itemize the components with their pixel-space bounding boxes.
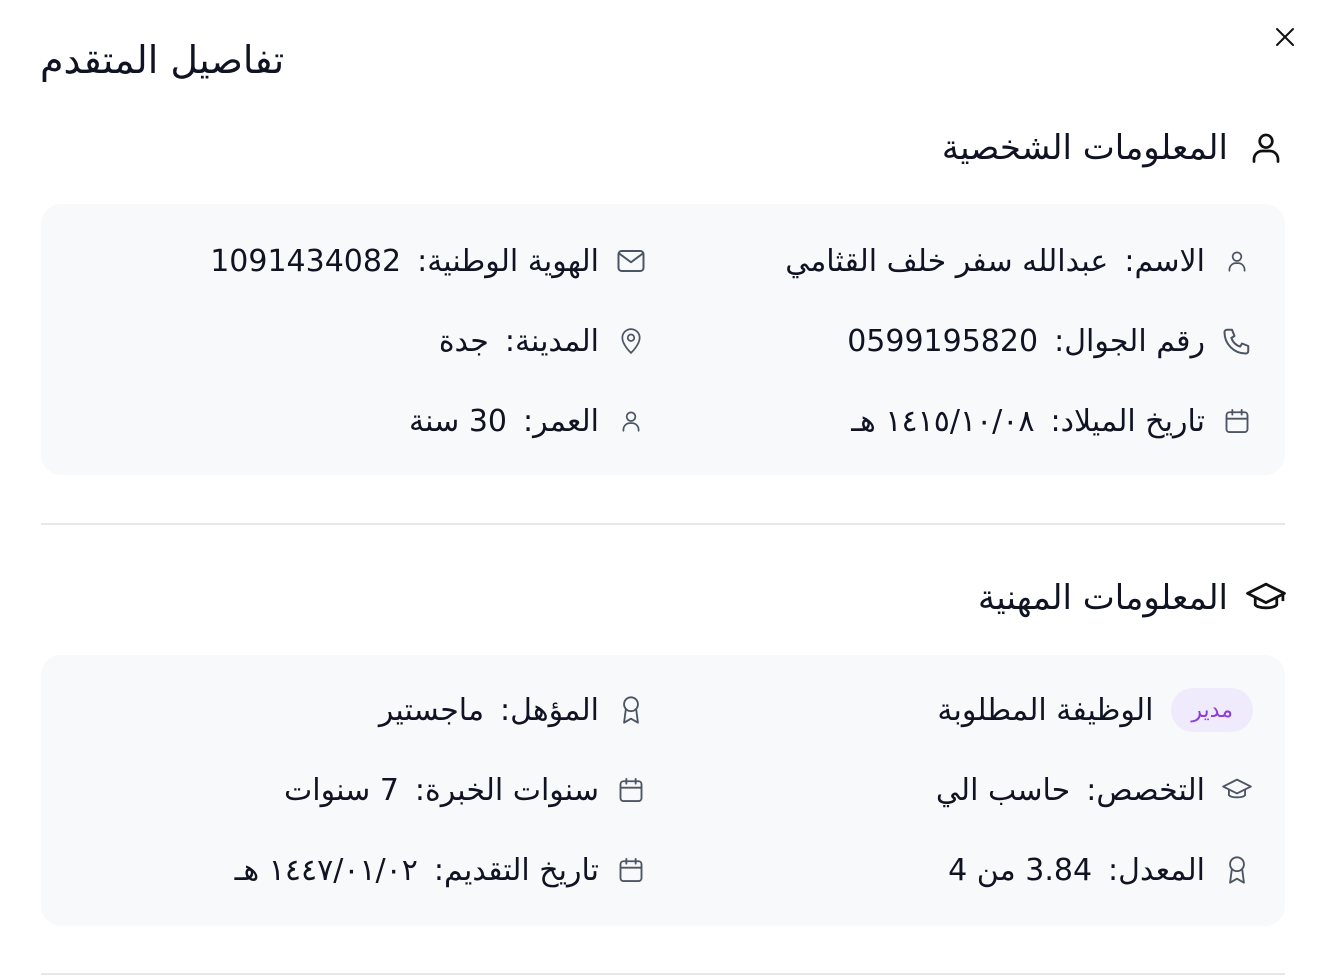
field-age: العمر : 30 سنة — [409, 399, 647, 443]
colon: : — [417, 243, 428, 279]
phone-icon — [1221, 325, 1253, 357]
personal-info-card: الاسم : عبدالله سفر خلف القثامي الهوية ا… — [41, 204, 1285, 475]
professional-section-header: المعلومات المهنية — [40, 578, 1286, 618]
colon: : — [504, 323, 515, 359]
section-divider — [41, 973, 1285, 975]
field-value: عبدالله سفر خلف القثامي — [785, 243, 1109, 279]
field-phone: رقم الجوال : 0599195820 — [847, 319, 1253, 363]
close-icon — [1276, 28, 1294, 46]
field-name: الاسم : عبدالله سفر خلف القثامي — [785, 239, 1253, 283]
award-icon — [1221, 854, 1253, 886]
section-divider — [41, 523, 1285, 525]
field-label: المؤهل — [510, 692, 599, 728]
colon: : — [1124, 243, 1135, 279]
professional-info-card: مدير الوظيفة المطلوبة المؤهل : ماجستير ا… — [41, 655, 1285, 926]
colon: : — [1108, 852, 1119, 888]
calendar-icon — [615, 774, 647, 806]
user-icon — [1246, 128, 1286, 168]
field-label: رقم الجوال — [1064, 323, 1205, 359]
field-experience: سنوات الخبرة : 7 سنوات — [284, 768, 647, 812]
personal-section-title: المعلومات الشخصية — [941, 128, 1228, 168]
field-value: 1091434082 — [210, 243, 402, 279]
field-degree: المؤهل : ماجستير — [379, 688, 647, 732]
field-label: الهوية الوطنية — [427, 243, 599, 279]
mail-icon — [615, 245, 647, 277]
field-label: المعدل — [1118, 852, 1205, 888]
field-label: الوظيفة المطلوبة — [937, 692, 1154, 728]
field-national-id: الهوية الوطنية : 1091434082 — [210, 239, 647, 283]
field-value: حاسب الي — [935, 772, 1071, 808]
calendar-icon — [1221, 405, 1253, 437]
professional-section-title: المعلومات المهنية — [978, 578, 1228, 618]
field-label: العمر — [533, 403, 599, 439]
colon: : — [433, 852, 444, 888]
colon: : — [523, 403, 534, 439]
colon: : — [1050, 403, 1061, 439]
colon: : — [500, 692, 511, 728]
user-icon — [1221, 245, 1253, 277]
field-value: 30 سنة — [409, 403, 508, 439]
field-label: تاريخ التقديم — [444, 852, 599, 888]
field-gpa: المعدل : 3.84 من 4 — [948, 848, 1253, 892]
field-value: 7 سنوات — [284, 772, 399, 808]
field-value: ١٤٤٧/٠١/٠٢ هـ — [234, 852, 418, 888]
field-value: 0599195820 — [847, 323, 1039, 359]
field-major: التخصص : حاسب الي — [936, 768, 1253, 812]
job-badge: مدير — [1171, 688, 1253, 732]
field-value: ١٤١٥/١٠/٠٨ هـ — [851, 403, 1035, 439]
field-application-date: تاريخ التقديم : ١٤٤٧/٠١/٠٢ هـ — [235, 848, 647, 892]
graduation-cap-icon — [1246, 578, 1286, 618]
field-label: المدينة — [514, 323, 599, 359]
field-value: 3.84 من 4 — [948, 852, 1093, 888]
field-label: التخصص — [1096, 772, 1205, 808]
field-birth-date: تاريخ الميلاد : ١٤١٥/١٠/٠٨ هـ — [851, 399, 1253, 443]
page-title: تفاصيل المتقدم — [40, 38, 285, 82]
field-value: جدة — [438, 323, 489, 359]
personal-section-header: المعلومات الشخصية — [40, 128, 1286, 168]
colon: : — [1086, 772, 1097, 808]
graduation-cap-icon — [1221, 774, 1253, 806]
award-icon — [615, 694, 647, 726]
colon: : — [414, 772, 426, 808]
field-city: المدينة : جدة — [439, 319, 647, 363]
colon: : — [1054, 323, 1065, 359]
field-job: مدير الوظيفة المطلوبة — [937, 688, 1253, 732]
user-icon — [615, 405, 647, 437]
field-label: سنوات الخبرة — [425, 772, 599, 808]
map-pin-icon — [615, 325, 647, 357]
field-label: الاسم — [1134, 243, 1205, 279]
close-button[interactable] — [1268, 20, 1302, 54]
field-label: تاريخ الميلاد — [1060, 403, 1205, 439]
calendar-icon — [615, 854, 647, 886]
field-value: ماجستير — [378, 692, 485, 728]
